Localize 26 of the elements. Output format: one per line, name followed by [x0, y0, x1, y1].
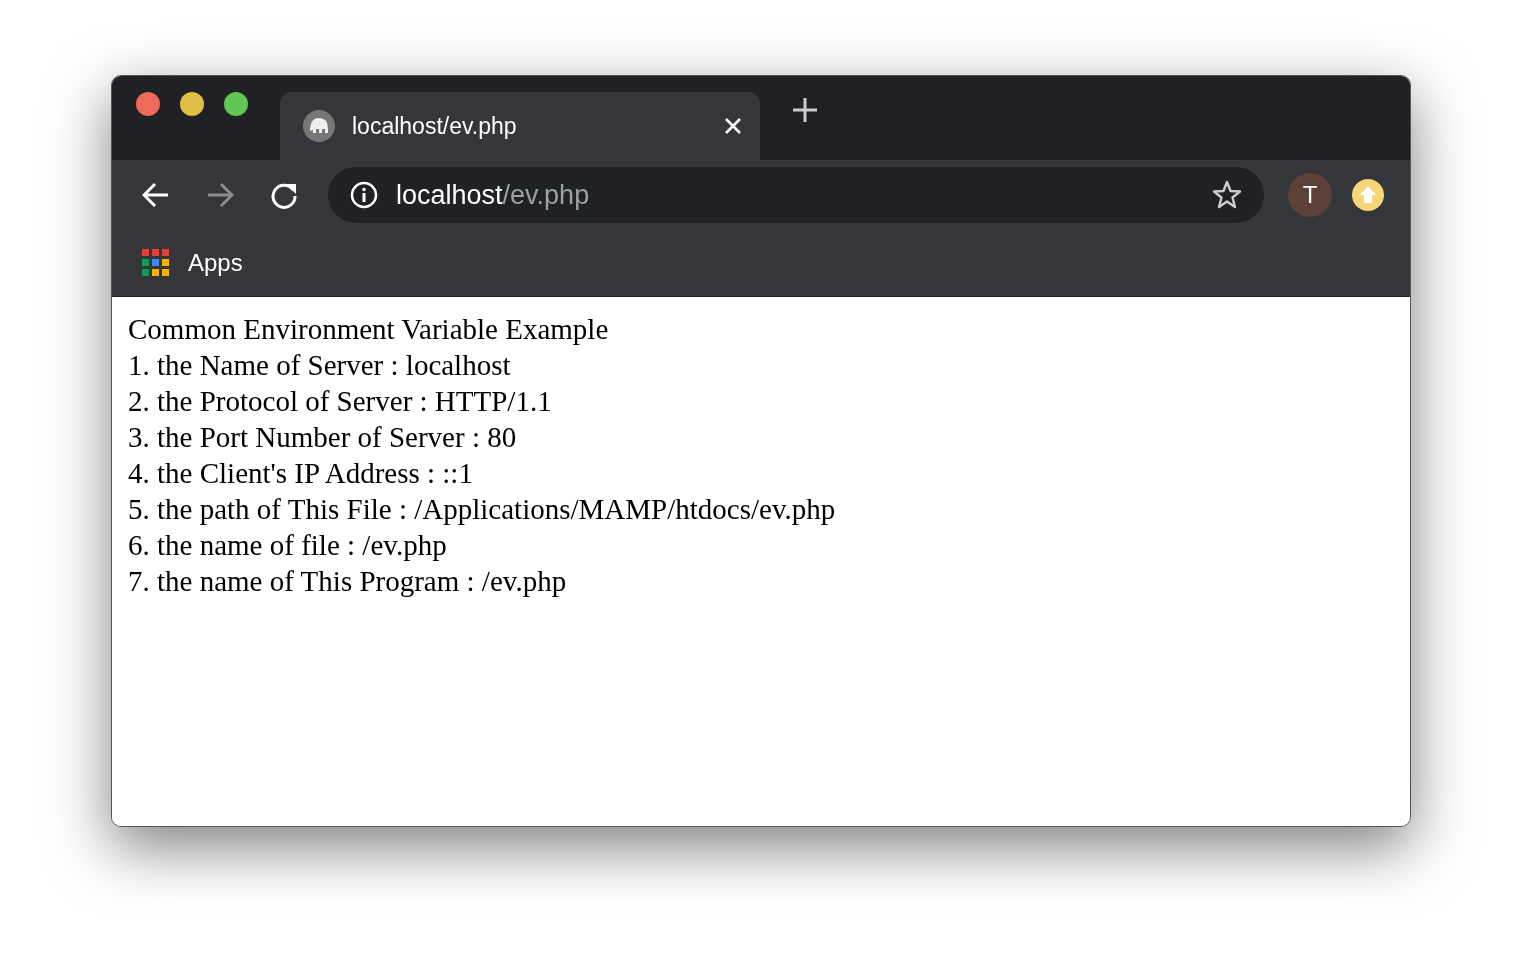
info-line: 7. the name of This Program : /ev.php [128, 564, 567, 599]
elephant-icon [302, 109, 336, 143]
info-line: 3. the Port Number of Server : 80 [128, 420, 517, 455]
minimize-window-button[interactable] [180, 92, 204, 116]
zoom-window-button[interactable] [224, 92, 248, 116]
reload-icon[interactable] [270, 181, 298, 209]
star-icon[interactable] [1212, 180, 1242, 210]
tab-title: localhost/ev.php [352, 111, 518, 141]
info-line: 4. the Client's IP Address : ::1 [128, 456, 473, 491]
url-text: localhost/ev.php [396, 178, 591, 212]
close-window-button[interactable] [136, 92, 160, 116]
bookmark-item[interactable]: Apps [142, 245, 243, 281]
info-icon[interactable] [350, 181, 378, 209]
close-icon[interactable] [724, 117, 742, 135]
profile-avatar[interactable]: T [1288, 173, 1332, 217]
info-line: 5. the path of This File : /Applications/MAMP/htdocs/ev.php [128, 492, 836, 527]
address-bar[interactable]: localhost/ev.php [328, 167, 1264, 223]
update-icon[interactable] [1352, 179, 1384, 211]
apps-grid-icon [142, 249, 170, 277]
info-line: 6. the name of file : /ev.php [128, 528, 447, 563]
browser-tab[interactable]: localhost/ev.php [280, 92, 760, 160]
info-line: 2. the Protocol of Server : HTTP/1.1 [128, 384, 552, 419]
info-line: 1. the Name of Server : localhost [128, 348, 511, 383]
new-tab-icon[interactable] [792, 97, 818, 123]
back-icon[interactable] [142, 182, 170, 208]
page-heading: Common Environment Variable Example [128, 312, 609, 347]
